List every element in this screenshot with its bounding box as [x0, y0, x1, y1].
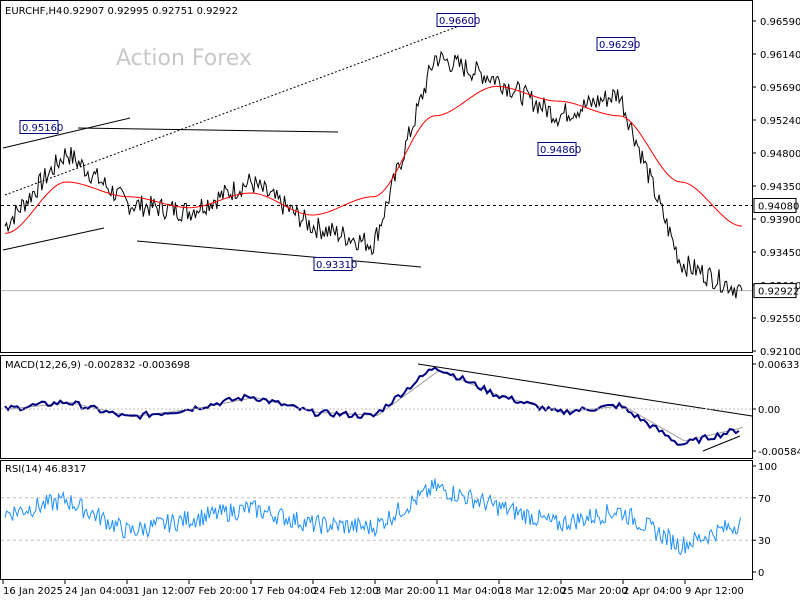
- time-axis-label: 25 Mar 20:00: [561, 586, 628, 597]
- time-axis-label: 24 Feb 12:00: [313, 586, 379, 597]
- macd-axis-label: 0.00: [758, 405, 780, 416]
- macd-axis-label: 0.006332: [758, 360, 800, 371]
- header-ohlc: 0.92907 0.92995 0.92751 0.92922: [63, 6, 238, 17]
- current-price-tag-text: 0.92922: [758, 287, 799, 298]
- price-axis-label: 0.92100: [760, 347, 800, 358]
- macd-title: MACD(12,26,9) -0.002832 -0.003698: [5, 360, 190, 371]
- price-axis-label: 0.93900: [760, 215, 800, 226]
- time-axis-label: 18 Mar 12:00: [499, 586, 566, 597]
- time-axis-label: 11 Mar 04:00: [437, 586, 504, 597]
- price-axis-label: 0.96140: [760, 50, 800, 61]
- annotation-label: 0.95160: [22, 123, 63, 134]
- rsi-axis-label: 100: [758, 462, 777, 473]
- time-axis-label: 7 Feb 20:00: [189, 586, 248, 597]
- time-axis-label: 31 Jan 12:00: [127, 586, 190, 597]
- rsi-title: RSI(14) 46.8317: [5, 464, 86, 475]
- price-axis-label: 0.93450: [760, 248, 800, 259]
- rsi-axis-label: 30: [758, 536, 771, 547]
- rsi-axis-label: 70: [758, 494, 771, 505]
- price-axis-label: 0.96590: [760, 17, 800, 28]
- time-axis-label: 17 Feb 04:00: [251, 586, 317, 597]
- time-axis-label: 16 Jan 2025: [3, 586, 63, 597]
- time-axis-label: 2 Apr 04:00: [623, 586, 682, 597]
- price-panel[interactable]: [0, 0, 753, 353]
- macd-axis-label: -0.005845: [758, 447, 800, 458]
- annotation-label: 0.96600: [439, 16, 480, 27]
- price-axis-label: 0.92550: [760, 314, 800, 325]
- annotation-label: 0.94860: [540, 145, 581, 156]
- time-axis-label: 9 Apr 12:00: [685, 586, 744, 597]
- time-axis-label: 3 Mar 20:00: [375, 586, 435, 597]
- header-symbol: EURCHF,H4: [5, 6, 62, 17]
- chart-canvas[interactable]: Action Forex EURCHF,H4 0.92907 0.92995 0…: [0, 0, 800, 600]
- rsi-axis-label: 0: [758, 568, 764, 579]
- price-axis-label: 0.95690: [760, 83, 800, 94]
- price-axis-label: 0.95240: [760, 116, 800, 127]
- price-axis-label: 0.94800: [760, 149, 800, 160]
- price-axis-label: 0.94350: [760, 182, 800, 193]
- annotation-label: 0.93310: [316, 260, 357, 271]
- annotation-label: 0.96290: [599, 40, 640, 51]
- watermark: Action Forex: [116, 46, 252, 71]
- rsi-panel[interactable]: [0, 460, 753, 580]
- time-axis-label: 24 Jan 04:00: [65, 586, 128, 597]
- level-price-tag-text: 0.94080: [758, 201, 799, 212]
